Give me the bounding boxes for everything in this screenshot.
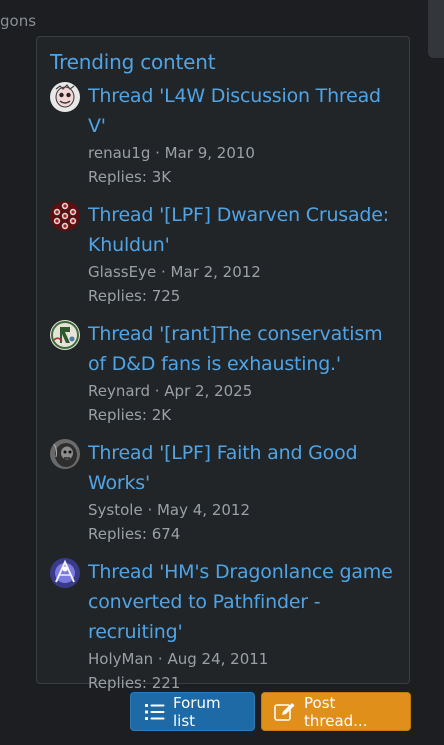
thread-date[interactable]: May 4, 2012 [157,501,250,519]
thread-link[interactable]: Thread 'HM's Dragonlance game converted … [88,557,397,647]
author-link[interactable]: Systole [88,501,143,519]
forum-list-label: Forum list [173,693,221,730]
thread-date[interactable]: Mar 9, 2010 [165,144,255,162]
replies-count: Replies: 674 [88,525,181,543]
footer-buttons: Forum list Post thread... [130,692,411,731]
avatar[interactable] [50,558,80,588]
avatar[interactable] [50,201,80,231]
thread-meta: GlassEye · Mar 2, 2012 [88,263,261,281]
thread-meta: HolyMan · Aug 24, 2011 [88,650,269,668]
list-item: Thread 'HM's Dragonlance game converted … [50,557,397,695]
avatar[interactable] [50,82,80,112]
thread-date[interactable]: Aug 24, 2011 [167,650,268,668]
thread-date[interactable]: Mar 2, 2012 [171,263,261,281]
thread-link[interactable]: Thread '[LPF] Dwarven Crusade: Khuldun' [88,200,397,260]
replies-count: Replies: 725 [88,287,181,305]
breadcrumb-fragment[interactable]: gons [0,12,36,30]
list-item: Thread '[LPF] Faith and Good Works' Syst… [50,438,397,546]
author-link[interactable]: HolyMan [88,650,153,668]
panel-title[interactable]: Trending content [50,49,397,75]
thread-date[interactable]: Apr 2, 2025 [164,382,252,400]
thread-meta: renau1g · Mar 9, 2010 [88,144,255,162]
author-link[interactable]: GlassEye [88,263,156,281]
author-link[interactable]: Reynard [88,382,150,400]
author-link[interactable]: renau1g [88,144,150,162]
thread-meta: Reynard · Apr 2, 2025 [88,382,253,400]
thread-link[interactable]: Thread 'L4W Discussion Thread V' [88,81,397,141]
avatar-systole-icon [50,439,80,469]
post-thread-label: Post thread... [304,693,368,730]
avatar[interactable] [50,439,80,469]
avatar-renau1g-icon [50,82,80,112]
list-icon [145,703,165,721]
edit-icon [274,702,296,722]
avatar-holyman-icon [50,558,80,588]
avatar-reynard-icon [50,320,80,350]
replies-count: Replies: 3K [88,168,172,186]
thread-meta: Systole · May 4, 2012 [88,501,251,519]
replies-count: Replies: 2K [88,406,172,424]
thread-link[interactable]: Thread '[LPF] Faith and Good Works' [88,438,397,498]
forum-list-button[interactable]: Forum list [130,692,255,731]
post-thread-button[interactable]: Post thread... [261,692,411,731]
trending-content-panel: Trending content Thread 'L4W Discussion … [36,36,410,692]
thread-link[interactable]: Thread '[rant]The conservatism of D&D fa… [88,319,397,379]
list-item: Thread 'L4W Discussion Thread V' renau1g… [50,81,397,189]
avatar[interactable] [50,320,80,350]
avatar-glasseye-icon [50,201,80,231]
scrollbar[interactable] [428,0,444,58]
list-item: Thread '[rant]The conservatism of D&D fa… [50,319,397,427]
list-item: Thread '[LPF] Dwarven Crusade: Khuldun' … [50,200,397,308]
